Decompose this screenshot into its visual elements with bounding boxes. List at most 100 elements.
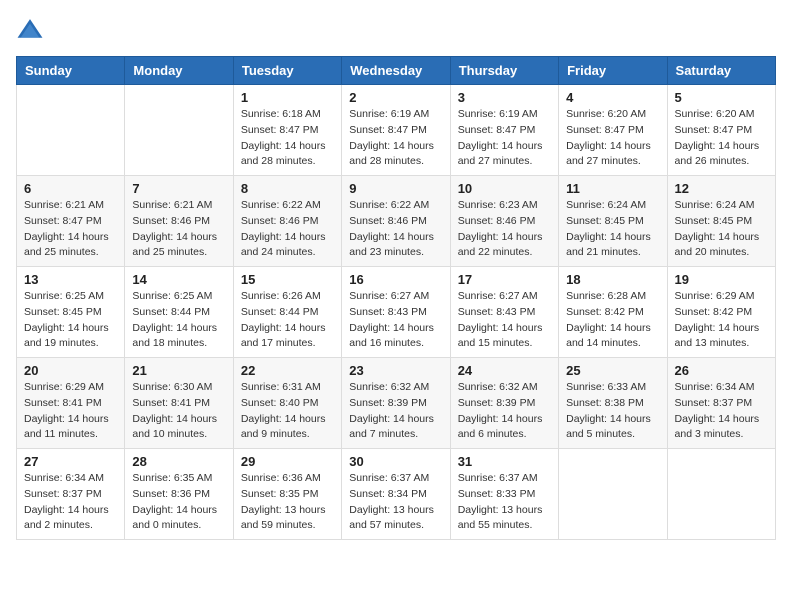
day-number: 14 [132, 272, 225, 287]
day-number: 26 [675, 363, 768, 378]
calendar-week-row: 1 Sunrise: 6:18 AMSunset: 8:47 PMDaylight… [17, 85, 776, 176]
day-of-week-header: Saturday [667, 57, 775, 85]
day-info: Sunrise: 6:18 AMSunset: 8:47 PMDaylight:… [241, 107, 334, 170]
day-info: Sunrise: 6:19 AMSunset: 8:47 PMDaylight:… [349, 107, 442, 170]
day-number: 29 [241, 454, 334, 469]
calendar-cell: 8 Sunrise: 6:22 AMSunset: 8:46 PMDaylight… [233, 176, 341, 267]
day-of-week-header: Sunday [17, 57, 125, 85]
day-number: 13 [24, 272, 117, 287]
day-info: Sunrise: 6:23 AMSunset: 8:46 PMDaylight:… [458, 198, 551, 261]
day-info: Sunrise: 6:30 AMSunset: 8:41 PMDaylight:… [132, 380, 225, 443]
calendar-cell: 3 Sunrise: 6:19 AMSunset: 8:47 PMDaylight… [450, 85, 558, 176]
day-info: Sunrise: 6:31 AMSunset: 8:40 PMDaylight:… [241, 380, 334, 443]
day-info: Sunrise: 6:20 AMSunset: 8:47 PMDaylight:… [566, 107, 659, 170]
day-info: Sunrise: 6:28 AMSunset: 8:42 PMDaylight:… [566, 289, 659, 352]
day-info: Sunrise: 6:34 AMSunset: 8:37 PMDaylight:… [675, 380, 768, 443]
calendar-cell: 10 Sunrise: 6:23 AMSunset: 8:46 PMDayligh… [450, 176, 558, 267]
day-number: 11 [566, 181, 659, 196]
day-number: 19 [675, 272, 768, 287]
day-info: Sunrise: 6:22 AMSunset: 8:46 PMDaylight:… [349, 198, 442, 261]
calendar-cell: 12 Sunrise: 6:24 AMSunset: 8:45 PMDayligh… [667, 176, 775, 267]
day-number: 25 [566, 363, 659, 378]
day-info: Sunrise: 6:29 AMSunset: 8:41 PMDaylight:… [24, 380, 117, 443]
calendar-cell: 20 Sunrise: 6:29 AMSunset: 8:41 PMDayligh… [17, 358, 125, 449]
day-number: 27 [24, 454, 117, 469]
logo-icon [16, 16, 44, 44]
calendar-week-row: 6 Sunrise: 6:21 AMSunset: 8:47 PMDaylight… [17, 176, 776, 267]
day-number: 2 [349, 90, 442, 105]
day-info: Sunrise: 6:24 AMSunset: 8:45 PMDaylight:… [675, 198, 768, 261]
calendar-cell: 26 Sunrise: 6:34 AMSunset: 8:37 PMDayligh… [667, 358, 775, 449]
day-of-week-header: Wednesday [342, 57, 450, 85]
calendar-cell: 18 Sunrise: 6:28 AMSunset: 8:42 PMDayligh… [559, 267, 667, 358]
day-number: 23 [349, 363, 442, 378]
day-info: Sunrise: 6:37 AMSunset: 8:33 PMDaylight:… [458, 471, 551, 534]
calendar-cell: 16Sunrise: 6:27 AMSunset: 8:43 PMDayligh… [342, 267, 450, 358]
day-number: 18 [566, 272, 659, 287]
calendar-cell: 23 Sunrise: 6:32 AMSunset: 8:39 PMDayligh… [342, 358, 450, 449]
day-info: Sunrise: 6:25 AMSunset: 8:44 PMDaylight:… [132, 289, 225, 352]
day-number: 6 [24, 181, 117, 196]
day-info: Sunrise: 6:37 AMSunset: 8:34 PMDaylight:… [349, 471, 442, 534]
calendar-cell: 11 Sunrise: 6:24 AMSunset: 8:45 PMDayligh… [559, 176, 667, 267]
day-info: Sunrise: 6:20 AMSunset: 8:47 PMDaylight:… [675, 107, 768, 170]
calendar-cell: 28Sunrise: 6:35 AMSunset: 8:36 PMDayligh… [125, 449, 233, 540]
calendar-cell: 17 Sunrise: 6:27 AMSunset: 8:43 PMDayligh… [450, 267, 558, 358]
calendar-cell: 1 Sunrise: 6:18 AMSunset: 8:47 PMDaylight… [233, 85, 341, 176]
calendar: SundayMondayTuesdayWednesdayThursdayFrid… [16, 56, 776, 540]
day-number: 10 [458, 181, 551, 196]
calendar-cell: 13 Sunrise: 6:25 AMSunset: 8:45 PMDayligh… [17, 267, 125, 358]
day-of-week-header: Tuesday [233, 57, 341, 85]
day-number: 20 [24, 363, 117, 378]
calendar-cell: 21 Sunrise: 6:30 AMSunset: 8:41 PMDayligh… [125, 358, 233, 449]
day-info: Sunrise: 6:21 AMSunset: 8:47 PMDaylight:… [24, 198, 117, 261]
day-number: 1 [241, 90, 334, 105]
day-info: Sunrise: 6:27 AMSunset: 8:43 PMDaylight:… [458, 289, 551, 352]
day-number: 12 [675, 181, 768, 196]
day-info: Sunrise: 6:32 AMSunset: 8:39 PMDaylight:… [458, 380, 551, 443]
calendar-header-row: SundayMondayTuesdayWednesdayThursdayFrid… [17, 57, 776, 85]
day-number: 31 [458, 454, 551, 469]
day-info: Sunrise: 6:32 AMSunset: 8:39 PMDaylight:… [349, 380, 442, 443]
calendar-cell: 15 Sunrise: 6:26 AMSunset: 8:44 PMDayligh… [233, 267, 341, 358]
calendar-cell [125, 85, 233, 176]
page-header [16, 16, 776, 44]
day-number: 30 [349, 454, 442, 469]
day-of-week-header: Friday [559, 57, 667, 85]
day-number: 3 [458, 90, 551, 105]
day-number: 16 [349, 272, 442, 287]
day-number: 15 [241, 272, 334, 287]
day-info: Sunrise: 6:36 AMSunset: 8:35 PMDaylight:… [241, 471, 334, 534]
day-number: 22 [241, 363, 334, 378]
day-info: Sunrise: 6:22 AMSunset: 8:46 PMDaylight:… [241, 198, 334, 261]
day-number: 17 [458, 272, 551, 287]
day-info: Sunrise: 6:35 AMSunset: 8:36 PMDaylight:… [132, 471, 225, 534]
calendar-cell: 30 Sunrise: 6:37 AMSunset: 8:34 PMDayligh… [342, 449, 450, 540]
day-info: Sunrise: 6:19 AMSunset: 8:47 PMDaylight:… [458, 107, 551, 170]
day-info: Sunrise: 6:34 AMSunset: 8:37 PMDaylight:… [24, 471, 117, 534]
day-info: Sunrise: 6:26 AMSunset: 8:44 PMDaylight:… [241, 289, 334, 352]
calendar-cell [559, 449, 667, 540]
day-number: 24 [458, 363, 551, 378]
day-number: 4 [566, 90, 659, 105]
day-number: 21 [132, 363, 225, 378]
calendar-cell: 25 Sunrise: 6:33 AMSunset: 8:38 PMDayligh… [559, 358, 667, 449]
calendar-cell: 27 Sunrise: 6:34 AMSunset: 8:37 PMDayligh… [17, 449, 125, 540]
calendar-cell: 4 Sunrise: 6:20 AMSunset: 8:47 PMDaylight… [559, 85, 667, 176]
calendar-cell: 31 Sunrise: 6:37 AMSunset: 8:33 PMDayligh… [450, 449, 558, 540]
day-info: Sunrise: 6:21 AMSunset: 8:46 PMDaylight:… [132, 198, 225, 261]
calendar-cell: 14 Sunrise: 6:25 AMSunset: 8:44 PMDayligh… [125, 267, 233, 358]
logo [16, 16, 48, 44]
day-number: 8 [241, 181, 334, 196]
calendar-week-row: 20 Sunrise: 6:29 AMSunset: 8:41 PMDayligh… [17, 358, 776, 449]
day-number: 5 [675, 90, 768, 105]
day-number: 7 [132, 181, 225, 196]
calendar-week-row: 13 Sunrise: 6:25 AMSunset: 8:45 PMDayligh… [17, 267, 776, 358]
calendar-cell: 2 Sunrise: 6:19 AMSunset: 8:47 PMDaylight… [342, 85, 450, 176]
calendar-cell: 22 Sunrise: 6:31 AMSunset: 8:40 PMDayligh… [233, 358, 341, 449]
calendar-cell: 5 Sunrise: 6:20 AMSunset: 8:47 PMDaylight… [667, 85, 775, 176]
calendar-cell: 9Sunrise: 6:22 AMSunset: 8:46 PMDaylight… [342, 176, 450, 267]
day-info: Sunrise: 6:33 AMSunset: 8:38 PMDaylight:… [566, 380, 659, 443]
day-info: Sunrise: 6:25 AMSunset: 8:45 PMDaylight:… [24, 289, 117, 352]
day-info: Sunrise: 6:24 AMSunset: 8:45 PMDaylight:… [566, 198, 659, 261]
